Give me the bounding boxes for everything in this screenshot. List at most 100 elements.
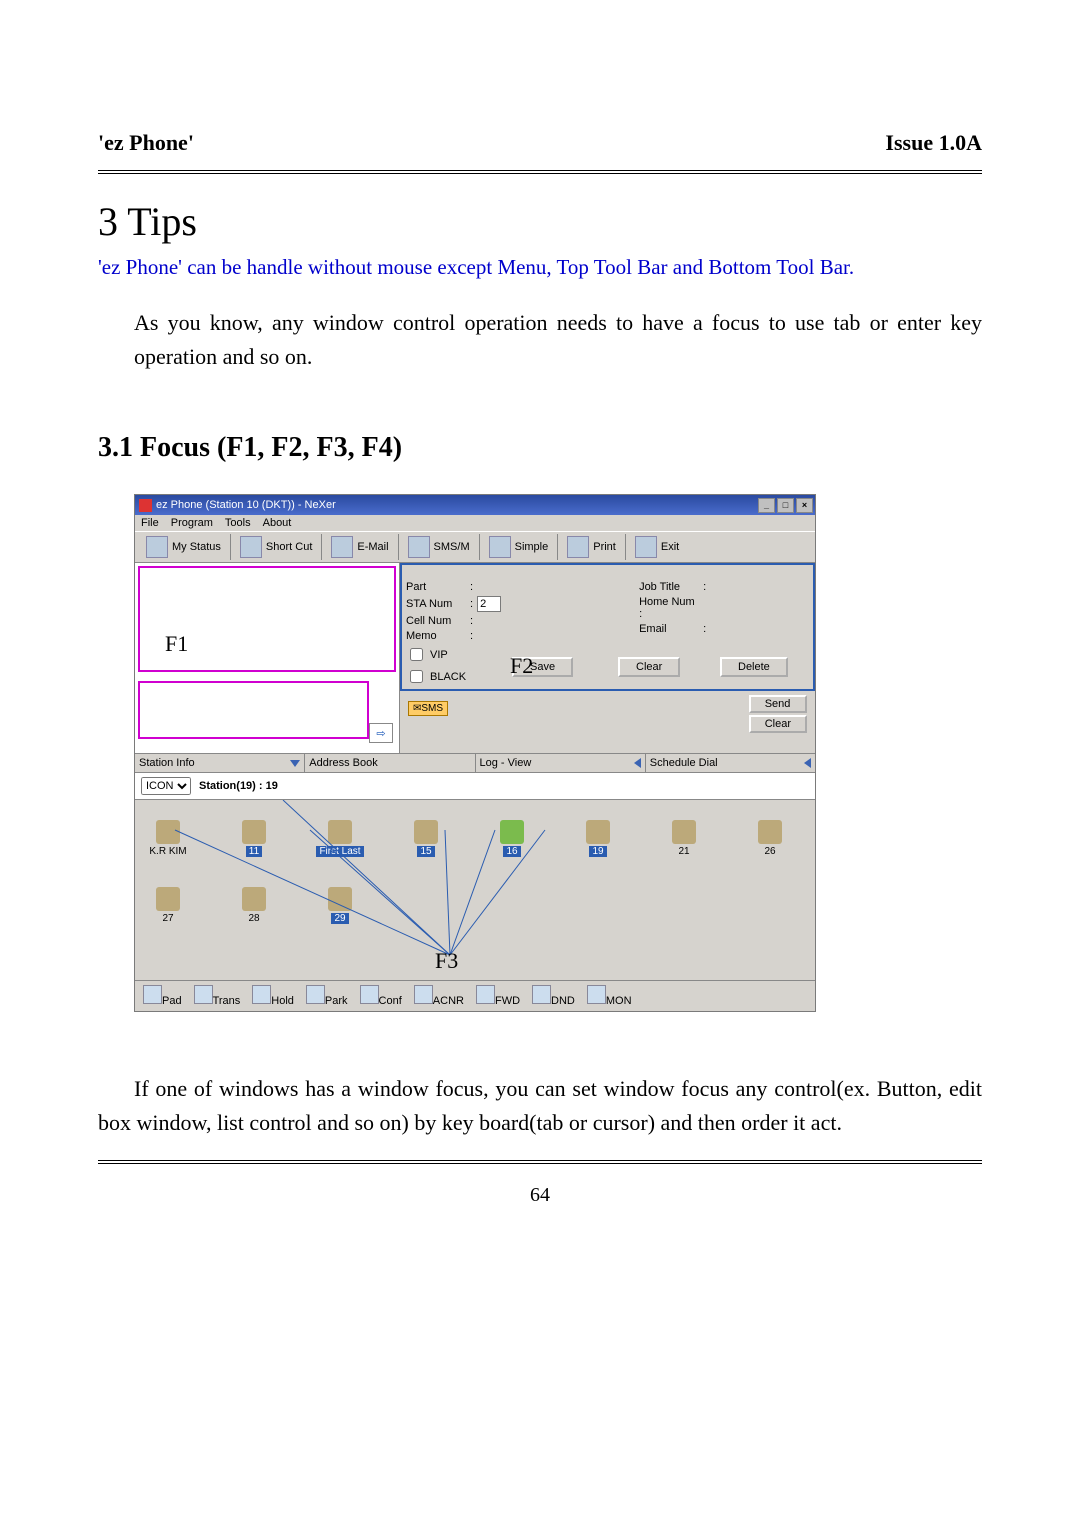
delete-button[interactable]: Delete (720, 657, 788, 677)
bt-conf-label: Conf (379, 995, 402, 1007)
toolbar-simple[interactable]: Simple (480, 532, 558, 562)
station-grid-item-label: First Last (316, 846, 363, 857)
app-icon (139, 499, 152, 512)
bt-trans[interactable]: Trans (188, 985, 247, 1007)
bt-trans-label: Trans (213, 995, 241, 1007)
bt-dnd[interactable]: DND (526, 985, 581, 1007)
station-icon-grid[interactable]: K.R KIM 11 First Last 15 16 19 21 26 27 28 29 F3 (135, 800, 815, 980)
trans-icon (194, 985, 213, 1004)
station-grid-item[interactable]: 19 (575, 820, 621, 857)
tab-schedule-dial[interactable]: Schedule Dial (646, 754, 815, 772)
send-button[interactable]: Send (749, 695, 807, 713)
station-grid-item[interactable]: K.R KIM (145, 820, 191, 857)
toolbar-exit[interactable]: Exit (626, 532, 688, 562)
heading-2: 3.1 Focus (F1, F2, F3, F4) (98, 432, 982, 464)
clear-button[interactable]: Clear (618, 657, 680, 677)
toolbar-sms[interactable]: SMS/M (399, 532, 479, 562)
bt-fwd-label: FWD (495, 995, 520, 1007)
bt-dnd-label: DND (551, 995, 575, 1007)
bt-conf[interactable]: Conf (354, 985, 408, 1007)
left-pane[interactable]: F1 ⇨ (135, 563, 400, 753)
page-number: 64 (98, 1184, 982, 1207)
tabs-row[interactable]: Station Info Address Book Log - View Sch… (135, 753, 815, 773)
app-screenshot: ez Phone (Station 10 (DKT)) - NeXer _ □ … (134, 494, 816, 1012)
chevron-down-icon (290, 760, 300, 767)
acnr-icon (414, 985, 433, 1004)
station-grid-item[interactable]: First Last (317, 820, 363, 857)
focus-f3-label: F3 (435, 948, 458, 974)
menu-file[interactable]: File (141, 517, 159, 529)
minimize-button[interactable]: _ (758, 498, 775, 513)
station-grid-item[interactable]: 21 (661, 820, 707, 857)
tab-log-view[interactable]: Log - View (476, 754, 646, 772)
toolbar-mystatus[interactable]: My Status (137, 532, 230, 562)
shortcut-icon (240, 536, 262, 558)
tab-station-info[interactable]: Station Info (135, 754, 305, 772)
station-grid-item[interactable]: 28 (231, 887, 277, 924)
menu-about[interactable]: About (263, 517, 292, 529)
toolbar-shortcut-label: Short Cut (266, 541, 312, 553)
tab-address-book[interactable]: Address Book (305, 754, 475, 772)
sms-badge[interactable]: ✉SMS (408, 701, 448, 716)
station-grid-item[interactable]: 29 (317, 887, 363, 924)
print-icon (567, 536, 589, 558)
content-area: F1 ⇨ Part: STA Num: Cell Num: Memo: VIP … (135, 563, 815, 753)
phone-icon (758, 820, 782, 844)
email-icon (331, 536, 353, 558)
station-grid-item[interactable]: 11 (231, 820, 277, 857)
clear2-button[interactable]: Clear (749, 715, 807, 733)
top-toolbar[interactable]: My Status Short Cut E-Mail SMS/M Simple … (135, 531, 815, 563)
tab-schedule-dial-label: Schedule Dial (650, 757, 718, 769)
maximize-button[interactable]: □ (777, 498, 794, 513)
icon-select[interactable]: ICON (141, 777, 191, 795)
pad-icon (143, 985, 162, 1004)
menu-program[interactable]: Program (171, 517, 213, 529)
mon-icon (587, 985, 606, 1004)
tab-address-book-label: Address Book (309, 757, 377, 769)
station-grid-item-label: 21 (678, 846, 689, 857)
menu-tools[interactable]: Tools (225, 517, 251, 529)
station-grid-item[interactable]: 26 (747, 820, 793, 857)
toolbar-shortcut[interactable]: Short Cut (231, 532, 321, 562)
bt-pad[interactable]: Pad (137, 985, 188, 1007)
heading-1: 3 Tips (98, 198, 982, 245)
station-grid-item[interactable]: 15 (403, 820, 449, 857)
paragraph-2: If one of windows has a window focus, yo… (98, 1072, 982, 1140)
bt-fwd[interactable]: FWD (470, 985, 526, 1007)
window-titlebar[interactable]: ez Phone (Station 10 (DKT)) - NeXer _ □ … (135, 495, 815, 515)
fwd-icon (476, 985, 495, 1004)
page-header: 'ez Phone' Issue 1.0A (98, 130, 982, 156)
phone-icon (156, 887, 180, 911)
conf-icon (360, 985, 379, 1004)
product-name: 'ez Phone' (98, 130, 194, 156)
page: 'ez Phone' Issue 1.0A 3 Tips 'ez Phone' … (0, 0, 1080, 1528)
station-grid-item-label: 26 (764, 846, 775, 857)
toolbar-email[interactable]: E-Mail (322, 532, 397, 562)
sms-icon (408, 536, 430, 558)
bt-hold[interactable]: Hold (246, 985, 300, 1007)
exit-icon (635, 536, 657, 558)
chevron-left-icon (804, 758, 811, 768)
right-pane[interactable]: Part: STA Num: Cell Num: Memo: VIP BLACK… (400, 563, 815, 753)
station-grid-item[interactable]: 16 (489, 820, 535, 857)
bottom-toolbar[interactable]: Pad Trans Hold Park Conf ACNR FWD DND MO… (135, 980, 815, 1011)
toolbar-print[interactable]: Print (558, 532, 625, 562)
station-bar: ICON Station(19) : 19 (135, 773, 815, 800)
intro-link-text: 'ez Phone' can be handle without mouse e… (98, 255, 982, 280)
paragraph-1: As you know, any window control operatio… (134, 306, 982, 374)
tab-station-info-label: Station Info (139, 757, 195, 769)
station-grid-item-label: 19 (589, 846, 606, 857)
bt-mon[interactable]: MON (581, 985, 638, 1007)
bt-acnr[interactable]: ACNR (408, 985, 470, 1007)
toolbar-simple-label: Simple (515, 541, 549, 553)
issue-label: Issue 1.0A (885, 130, 982, 156)
toolbar-email-label: E-Mail (357, 541, 388, 553)
close-button[interactable]: × (796, 498, 813, 513)
station-grid-item-label: 29 (331, 913, 348, 924)
phone-icon (242, 820, 266, 844)
station-grid-item[interactable]: 27 (145, 887, 191, 924)
menu-bar[interactable]: File Program Tools About (135, 515, 815, 531)
arrow-right-button[interactable]: ⇨ (369, 723, 393, 743)
park-icon (306, 985, 325, 1004)
bt-park[interactable]: Park (300, 985, 354, 1007)
